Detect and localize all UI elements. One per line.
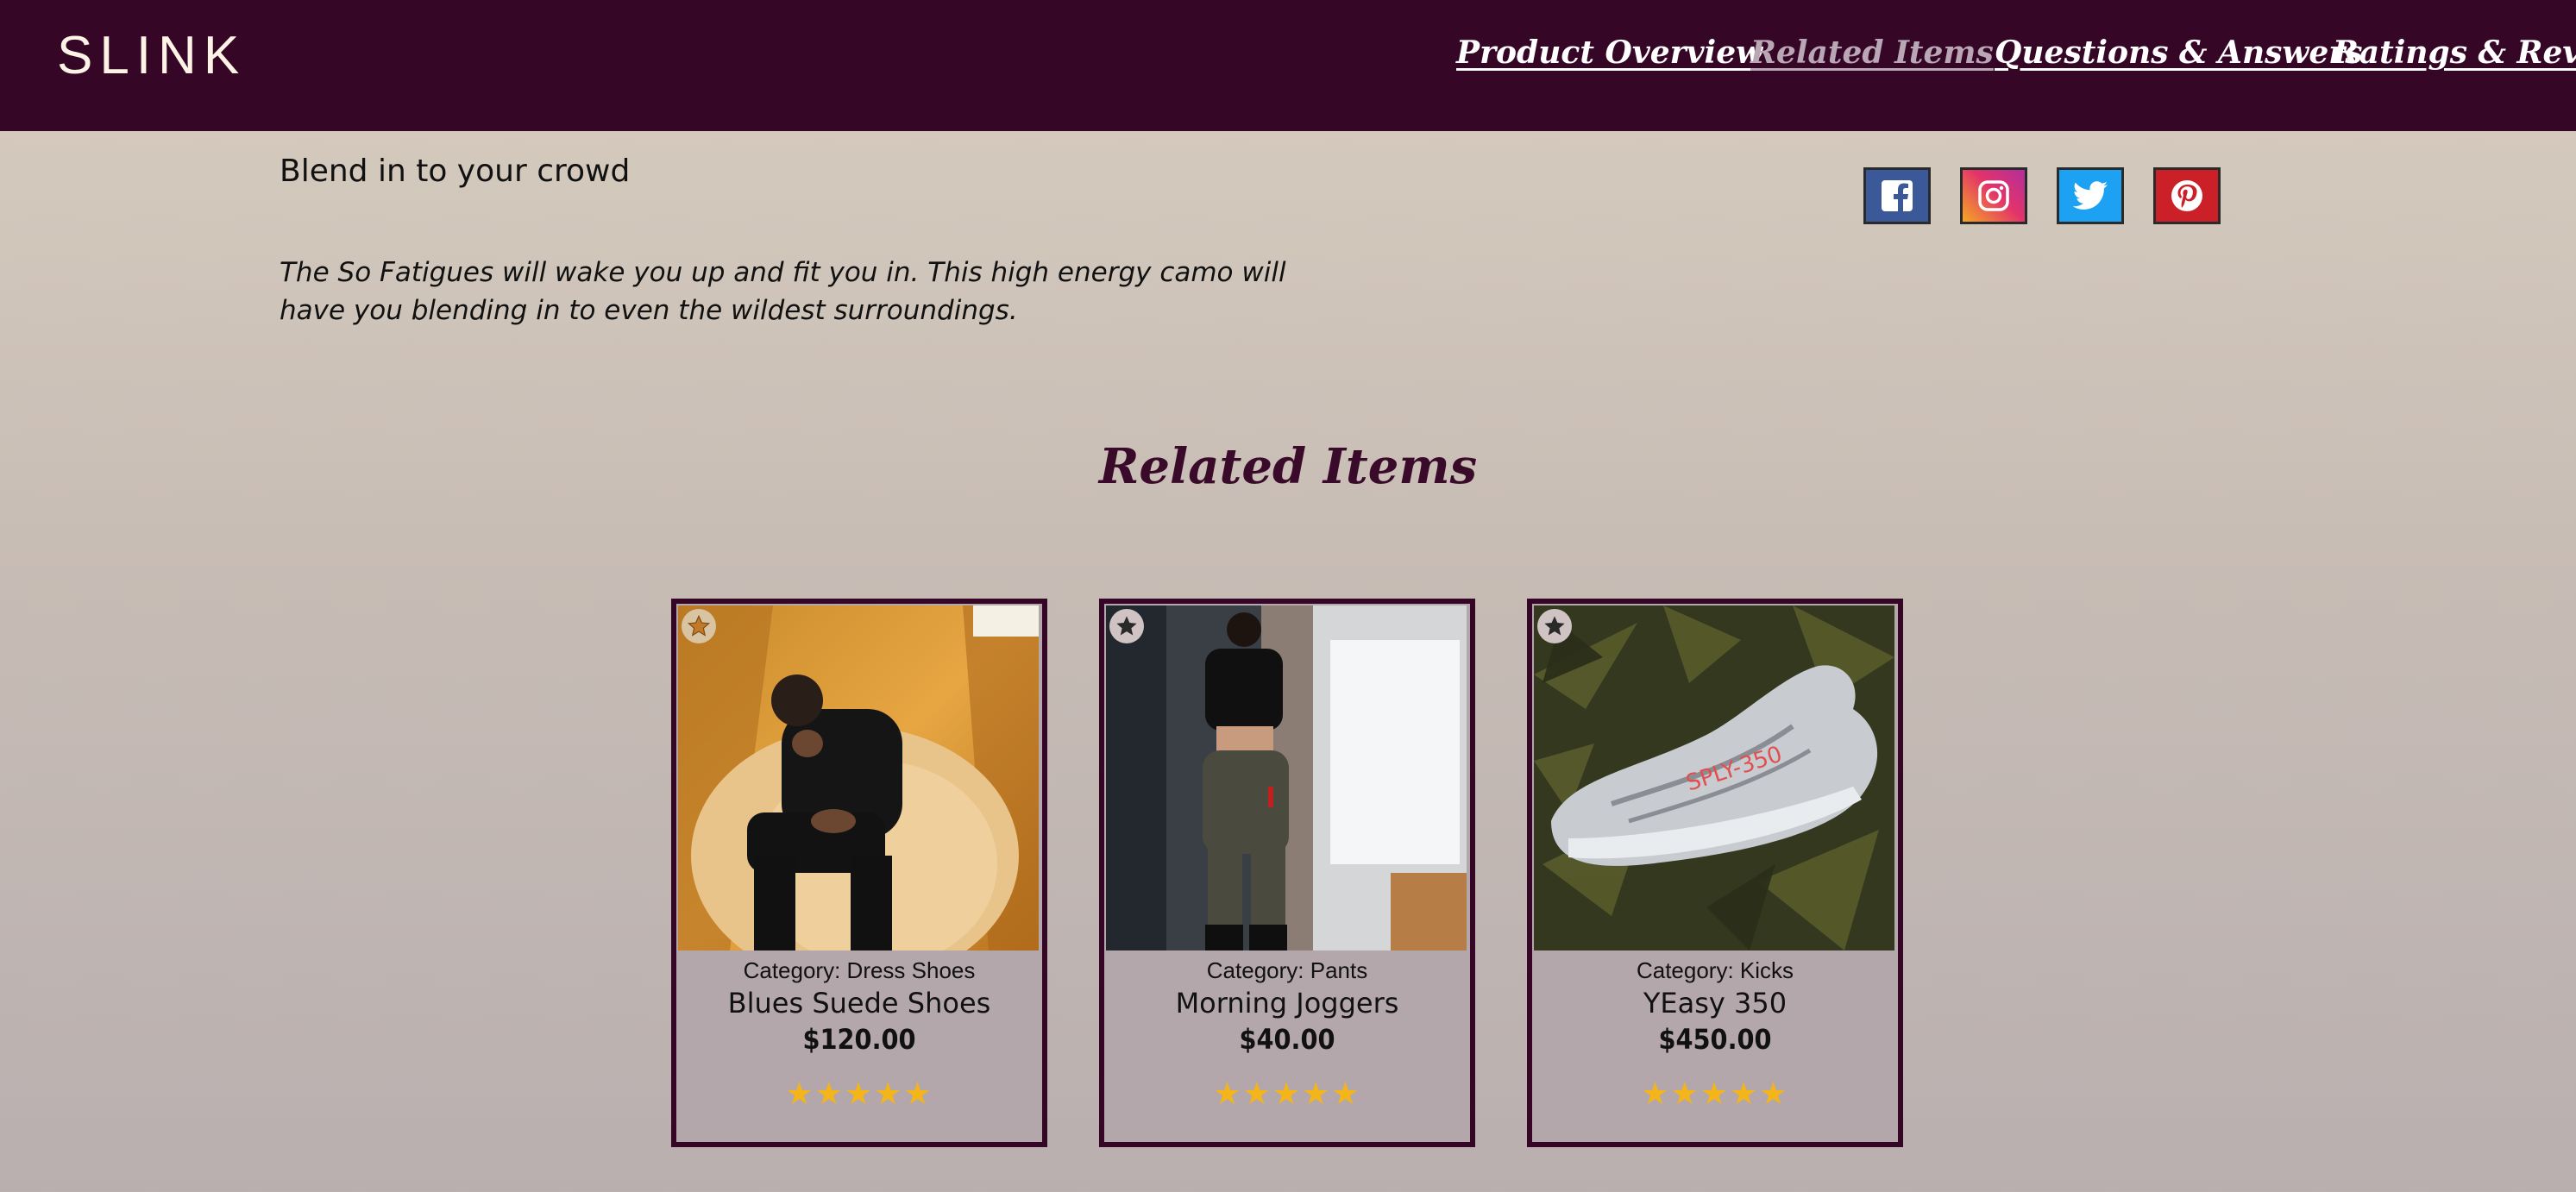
product-category: Category: Kicks — [1636, 957, 1794, 983]
product-photo — [678, 605, 1039, 950]
product-name: YEasy 350 — [1643, 987, 1787, 1019]
related-product-card[interactable]: SPLY-350 Category: Kicks YEasy 350 $450.… — [1527, 599, 1903, 1147]
pinterest-share-button[interactable] — [2153, 167, 2221, 224]
product-name: Morning Joggers — [1175, 987, 1399, 1019]
nav-questions-answers[interactable]: Questions & Answers — [1995, 35, 2363, 71]
star-outline-icon — [687, 614, 711, 637]
related-product-card[interactable]: Category: Pants Morning Joggers $40.00 ★… — [1099, 599, 1475, 1147]
product-category: Category: Dress Shoes — [743, 957, 976, 983]
product-price: $450.00 — [1658, 1023, 1772, 1056]
star-outline-icon — [1116, 616, 1137, 636]
product-price: $120.00 — [802, 1023, 916, 1056]
nav-ratings-reviews[interactable]: Ratings & Reviews — [2333, 35, 2576, 71]
related-items-title: Related Items — [1098, 438, 1478, 495]
star-rating: ★★★★★ — [1641, 1076, 1789, 1112]
favorite-toggle[interactable] — [1109, 609, 1144, 643]
twitter-share-button[interactable] — [2057, 167, 2124, 224]
facebook-share-button[interactable] — [1863, 167, 1931, 224]
related-product-card[interactable]: Category: Dress Shoes Blues Suede Shoes … — [671, 599, 1047, 1147]
top-navigation-bar: SLINK Product Overview Related Items Que… — [0, 0, 2576, 131]
product-price: $40.00 — [1239, 1023, 1335, 1056]
product-name: Blues Suede Shoes — [727, 987, 991, 1019]
product-category: Category: Pants — [1206, 957, 1368, 983]
instagram-share-button[interactable] — [1960, 167, 2027, 224]
product-description: The So Fatigues will wake you up and fit… — [280, 257, 1286, 326]
nav-product-overview[interactable]: Product Overview — [1456, 35, 1762, 71]
instagram-icon — [1978, 180, 2009, 211]
star-outline-icon — [1544, 616, 1565, 636]
favorite-toggle[interactable] — [1537, 609, 1572, 643]
star-rating: ★★★★★ — [1213, 1076, 1361, 1112]
product-photo: SPLY-350 — [1534, 605, 1894, 950]
twitter-icon — [2072, 181, 2108, 210]
facebook-icon — [1882, 180, 1913, 213]
favorite-toggle[interactable] — [682, 609, 716, 643]
pinterest-icon — [2171, 180, 2202, 211]
nav-related-items[interactable]: Related Items — [1750, 35, 1994, 71]
product-photo — [1106, 605, 1467, 950]
brand-logo[interactable]: SLINK — [57, 29, 246, 83]
star-rating: ★★★★★ — [785, 1076, 933, 1112]
product-slogan: Blend in to your crowd — [280, 154, 631, 189]
